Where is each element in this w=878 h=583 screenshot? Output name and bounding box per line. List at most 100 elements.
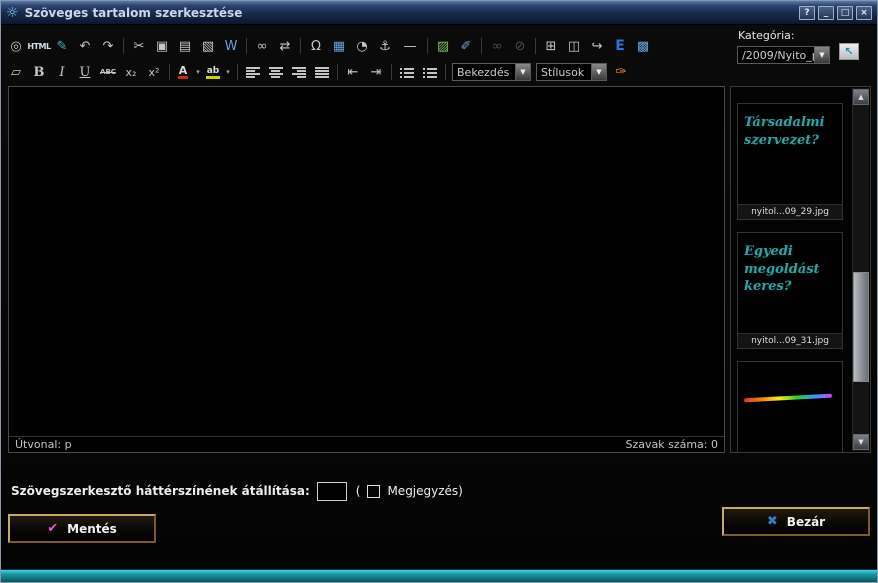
align-left-button[interactable]: [242, 62, 264, 82]
toolbar-separator: [391, 64, 392, 80]
scroll-up-button[interactable]: ▲: [853, 89, 869, 105]
scroll-thumb[interactable]: [853, 272, 869, 382]
thumbnail-image: Egyedi megoldást keres?: [738, 233, 842, 333]
toolbar-separator: [535, 38, 536, 54]
undo-icon[interactable]: ↶: [74, 36, 96, 56]
x-icon: ✖: [767, 514, 778, 529]
align-right-icon: [292, 67, 306, 78]
close-button-label: Bezár: [787, 515, 825, 529]
find-replace-icon[interactable]: ⇄: [274, 36, 296, 56]
forecolor-dropdown-arrow[interactable]: ▾: [193, 62, 203, 82]
thumbnail-list: Társadalmi szervezet? nyitol...09_29.jpg…: [735, 103, 845, 453]
comment-label: Megjegyzés): [387, 484, 462, 498]
backcolor-button[interactable]: ab: [204, 62, 222, 82]
align-left-icon: [246, 67, 260, 78]
thumbnail-scrollbar[interactable]: ▲ ▼: [852, 88, 869, 451]
duplicate-page-icon[interactable]: ◫: [563, 36, 585, 56]
paste-word-icon[interactable]: W: [220, 36, 242, 56]
underline-button[interactable]: U: [74, 62, 96, 82]
numbered-list-button[interactable]: [419, 62, 441, 82]
thumbnail-item[interactable]: Társadalmi szervezet? nyitol...09_29.jpg: [737, 103, 843, 220]
check-icon: ✔: [47, 521, 58, 536]
minimize-button[interactable]: _: [818, 6, 834, 20]
copy-icon[interactable]: ▣: [151, 36, 173, 56]
preview-icon[interactable]: ◎: [5, 36, 27, 56]
outdent-button[interactable]: ⇤: [342, 62, 364, 82]
redo-icon[interactable]: ↷: [97, 36, 119, 56]
export-page-icon[interactable]: ↪: [586, 36, 608, 56]
bgcolor-label: Szövegszerkesztő háttérszínének átállítá…: [11, 484, 310, 498]
edit-html-icon[interactable]: ✐: [455, 36, 477, 56]
link-icon[interactable]: ∞: [486, 36, 508, 56]
paste-icon[interactable]: ▤: [174, 36, 196, 56]
chevron-down-icon: ▼: [591, 64, 606, 80]
remove-format-icon[interactable]: ▱: [5, 62, 27, 82]
bold-button[interactable]: B: [28, 62, 50, 82]
close-dialog-button[interactable]: ✖ Bezár: [722, 507, 870, 536]
comment-checkbox[interactable]: [367, 485, 380, 498]
strikethrough-button[interactable]: ABC: [97, 62, 119, 82]
paste-text-icon[interactable]: ▧: [197, 36, 219, 56]
align-right-button[interactable]: [288, 62, 310, 82]
paren-open: (: [356, 484, 361, 498]
numbered-list-icon: [423, 67, 437, 78]
word-count: Szavak száma: 0: [625, 438, 718, 451]
align-center-button[interactable]: [265, 62, 287, 82]
category-select-value: /2009/Nyito_pro: [738, 49, 814, 62]
italic-button[interactable]: I: [51, 62, 73, 82]
thumbnail-title: Egyedi megoldást keres?: [744, 243, 836, 296]
indent-button[interactable]: ⇥: [365, 62, 387, 82]
toolbar-separator: [481, 38, 482, 54]
align-center-icon: [269, 67, 283, 78]
insert-from-category-icon[interactable]: ↖: [839, 43, 859, 60]
horizontal-rule-icon[interactable]: —: [397, 36, 423, 56]
toolbar-separator: [300, 38, 301, 54]
backcolor-dropdown-arrow[interactable]: ▾: [223, 62, 233, 82]
editor-frame: Útvonal: p Szavak száma: 0: [8, 86, 725, 453]
align-justify-button[interactable]: [311, 62, 333, 82]
chevron-down-icon: ▼: [515, 64, 530, 80]
scroll-down-button[interactable]: ▼: [853, 434, 869, 450]
cleanup-icon[interactable]: ✎: [51, 36, 73, 56]
category-label: Kategória:: [738, 29, 795, 42]
dialog-window: ☼ Szöveges tartalom szerkesztése ? _ □ ×…: [0, 0, 878, 583]
category-select[interactable]: /2009/Nyito_pro ▼: [737, 46, 830, 64]
maximize-button[interactable]: □: [837, 6, 853, 20]
toolbar-separator: [246, 38, 247, 54]
find-icon[interactable]: ∞: [251, 36, 273, 56]
anchor-icon[interactable]: ⚓: [374, 36, 396, 56]
subscript-button[interactable]: x₂: [120, 62, 142, 82]
close-button[interactable]: ×: [856, 6, 872, 20]
html-source-button[interactable]: HTML: [28, 36, 50, 56]
backcolor-letters: ab: [206, 66, 221, 79]
cut-icon[interactable]: ✂: [128, 36, 150, 56]
thumbnail-item[interactable]: [737, 361, 843, 453]
special-char-icon[interactable]: Ω: [305, 36, 327, 56]
forecolor-button[interactable]: A: [174, 62, 192, 82]
editor-canvas[interactable]: [9, 87, 724, 436]
bgcolor-swatch[interactable]: [317, 482, 347, 501]
unlink-icon[interactable]: ⊘: [509, 36, 531, 56]
titlebar[interactable]: ☼ Szöveges tartalom szerkesztése ? _ □ ×: [1, 1, 877, 25]
insert-table-icon[interactable]: ⊞: [540, 36, 562, 56]
toolbar-separator: [337, 64, 338, 80]
styleprops-icon[interactable]: ✑: [610, 62, 632, 82]
thumbnail-image: Társadalmi szervezet?: [738, 104, 842, 204]
insert-image-icon[interactable]: ▨: [432, 36, 454, 56]
paragraph-select[interactable]: Bekezdés ▼: [452, 63, 531, 81]
styles-select[interactable]: Stílusok ▼: [536, 63, 607, 81]
insert-time-icon[interactable]: ◔: [351, 36, 373, 56]
bullet-list-icon: [400, 67, 414, 78]
insert-date-icon[interactable]: ▦: [328, 36, 350, 56]
superscript-button[interactable]: x²: [143, 62, 165, 82]
emotions-icon[interactable]: E: [609, 36, 631, 56]
thumbnail-caption: nyitol...09_29.jpg: [738, 204, 842, 219]
editor-path: Útvonal: p: [15, 438, 72, 451]
table-props-icon[interactable]: ▩: [632, 36, 654, 56]
thumbnail-title: Társadalmi szervezet?: [744, 114, 836, 149]
thumbnail-item[interactable]: Egyedi megoldást keres? nyitol...09_31.j…: [737, 232, 843, 349]
toolbar-separator: [169, 64, 170, 80]
save-button[interactable]: ✔ Mentés: [8, 514, 156, 543]
help-button[interactable]: ?: [799, 6, 815, 20]
bullet-list-button[interactable]: [396, 62, 418, 82]
